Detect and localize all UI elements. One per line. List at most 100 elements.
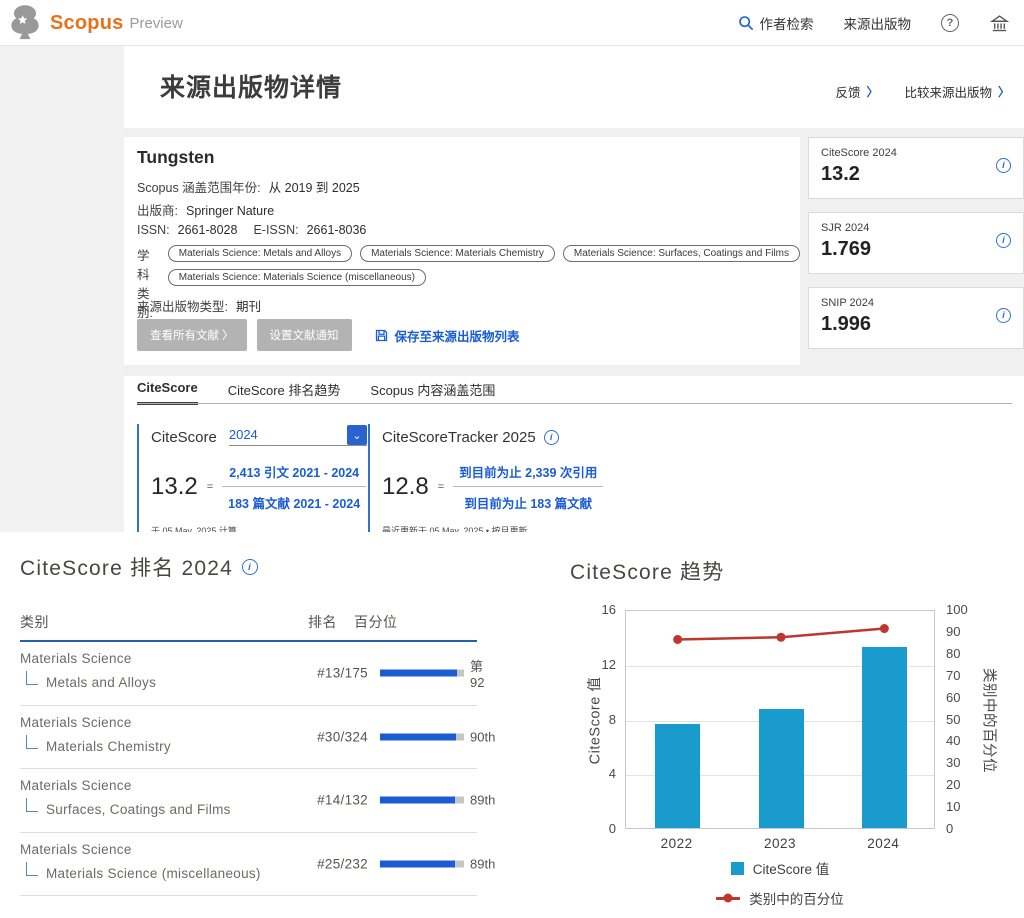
column-percentile: 百分位 — [354, 612, 398, 632]
info-icon[interactable]: i — [996, 233, 1011, 248]
percentile-label: 89th — [470, 856, 495, 871]
metric-label: CiteScore 2024 — [821, 147, 897, 159]
elsevier-logo[interactable] — [6, 4, 44, 42]
save-icon — [374, 328, 389, 343]
metric-card: SJR 2024 1.769 i — [808, 212, 1024, 274]
compare-label: 比较来源出版物 — [904, 82, 992, 101]
subject-chip[interactable]: Materials Science: Surfaces, Coatings an… — [563, 245, 800, 262]
publisher-label: 出版商: — [137, 200, 178, 219]
institution-button[interactable] — [989, 13, 1010, 34]
top-links: 反馈 〉 比较来源出版物 〉 — [835, 82, 1010, 101]
coverage-line: Scopus 涵盖范围年份: 从 2019 到 2025 — [137, 177, 360, 196]
citescore-value: 13.2 — [151, 473, 198, 501]
metric-value: 1.769 — [821, 238, 871, 261]
coverage-label: Scopus 涵盖范围年份: — [137, 177, 261, 196]
coverage-value: 从 2019 到 2025 — [269, 177, 360, 196]
metric-label: SJR 2024 — [821, 222, 869, 234]
info-icon[interactable]: i — [996, 158, 1011, 173]
right-axis-tick: 30 — [946, 755, 960, 770]
chart-data-point — [777, 633, 786, 642]
legend-percentile[interactable]: 类别中的百分位 — [625, 888, 935, 908]
table-row: Materials Science Metals and Alloys #13/17… — [20, 642, 477, 706]
rank-value: #30/324 — [296, 729, 368, 744]
category-parent: Materials Science — [20, 778, 270, 793]
page-title: 来源出版物详情 — [160, 68, 342, 104]
table-row: Materials ScienceMaterials Science (misc… — [20, 833, 477, 897]
tab-scopus-内容涵盖范围[interactable]: Scopus 内容涵盖范围 — [370, 380, 495, 405]
subject-chip[interactable]: Materials Science: Materials Science (mi… — [168, 269, 426, 286]
help-button[interactable]: ? — [941, 14, 959, 32]
subject-chip[interactable]: Materials Science: Materials Chemistry — [360, 245, 555, 262]
tracker-numerator-link[interactable]: 到目前为止 2,339 次引用 — [453, 462, 603, 487]
nav-author-search[interactable]: 作者检索 — [738, 13, 814, 33]
search-icon — [738, 15, 754, 31]
nav-sources[interactable]: 来源出版物 — [844, 13, 912, 33]
tab-citescore[interactable]: CiteScore — [137, 380, 198, 405]
citescore-panel-title: CiteScore — [151, 429, 217, 446]
brand-scopus: Scopus — [50, 12, 123, 35]
right-axis-tick: 0 — [946, 821, 953, 836]
category-child: Metals and Alloys — [24, 673, 264, 693]
right-axis-tick: 10 — [946, 799, 960, 814]
tab-citescore-排名趋势[interactable]: CiteScore 排名趋势 — [228, 380, 341, 405]
metric-card: CiteScore 202413.2i — [808, 137, 1024, 199]
right-axis-tick: 90 — [946, 624, 960, 639]
table-row: Materials ScienceMaterials Chemistry#30/… — [20, 706, 477, 770]
percentile-bar-fill — [380, 670, 457, 677]
set-alert-label: 设置文献通知 — [270, 327, 339, 343]
metric-value: 1.996 — [821, 313, 871, 336]
citescore-panel: CiteScore 2024 ⌄ 13.2 = 2,413 引文 2021 - … — [137, 424, 367, 537]
metric-label: SNIP 2024 — [821, 297, 874, 309]
chevron-right-icon: 〉 — [866, 83, 878, 100]
metrics-column: CiteScore 202413.2i SJR 2024 1.769 i SNIP 20… — [808, 137, 1024, 362]
source-type-value: 期刊 — [236, 296, 261, 315]
nav-author-search-label: 作者检索 — [760, 13, 814, 33]
nav-sources-label: 来源出版物 — [844, 13, 912, 33]
percentile-bar — [380, 797, 464, 804]
right-axis-tick: 80 — [946, 646, 960, 661]
view-all-documents-button[interactable]: 查看所有文献〉 — [137, 319, 247, 351]
header-nav: 作者检索 来源出版物 ? — [738, 0, 1011, 46]
right-axis-tick: 60 — [946, 690, 960, 705]
save-to-source-list-link[interactable]: 保存至来源出版物列表 — [374, 326, 520, 345]
info-icon[interactable]: i — [242, 559, 258, 575]
source-type-line: 来源出版物类型: 期刊 — [137, 296, 261, 315]
tab-bar: CiteScore CiteScore 排名趋势 Scopus 内容涵盖范围 — [137, 380, 495, 405]
info-icon[interactable]: i — [996, 308, 1011, 323]
rank-value: #13/175 — [296, 666, 368, 681]
subject-chip-row: Materials Science: Metals and Alloys Mate… — [168, 245, 800, 262]
tracker-denominator-link[interactable]: 到目前为止 183 篇文献 — [453, 487, 603, 512]
feedback-link[interactable]: 反馈 〉 — [835, 82, 878, 101]
percentile-label: 90th — [470, 729, 495, 744]
citescore-year-dropdown[interactable]: 2024 ⌄ — [229, 425, 367, 446]
eissn-value: 2661-8036 — [307, 223, 367, 237]
publisher-line: 出版商: Springer Nature — [137, 200, 274, 219]
issn-value: 2661-8028 — [178, 223, 238, 237]
equals-sign: = — [438, 481, 444, 493]
legend-citescore[interactable]: CiteScore 值 — [625, 858, 935, 878]
question-icon: ? — [941, 14, 959, 32]
brand[interactable]: Scopus Preview — [50, 0, 183, 46]
save-link-label: 保存至来源出版物列表 — [395, 326, 520, 345]
feedback-label: 反馈 — [835, 82, 860, 101]
citescore-numerator-link[interactable]: 2,413 引文 2021 - 2024 — [222, 462, 366, 487]
category-child: Surfaces, Coatings and Films — [24, 800, 264, 820]
issn-label: ISSN: — [137, 223, 170, 237]
issn-line: ISSN: 2661-8028 E-ISSN: 2661-8036 — [137, 223, 366, 237]
chevron-right-icon: 〉 — [998, 83, 1010, 100]
subject-chip[interactable]: Materials Science: Metals and Alloys — [168, 245, 352, 262]
rank-table-body: Materials Science Metals and Alloys #13/17… — [20, 642, 477, 896]
set-document-alert-button[interactable]: 设置文献通知 — [257, 319, 352, 351]
legend-line-swatch — [716, 897, 740, 900]
category-parent: Materials Science — [20, 651, 270, 666]
citescore-tab-card: CiteScore CiteScore 排名趋势 Scopus 内容涵盖范围 Cit… — [124, 376, 1024, 532]
x-axis-label: 2024 — [848, 836, 918, 851]
citescore-denominator-link[interactable]: 183 篇文献 2021 - 2024 — [222, 487, 366, 512]
compare-sources-link[interactable]: 比较来源出版物 〉 — [904, 82, 1010, 101]
source-name: Tungsten — [137, 147, 214, 168]
info-icon[interactable]: i — [544, 430, 559, 445]
chart-percentile-line — [626, 611, 936, 830]
chevron-right-icon: 〉 — [222, 327, 234, 343]
left-sidebar — [0, 46, 124, 532]
institution-icon — [989, 13, 1010, 34]
